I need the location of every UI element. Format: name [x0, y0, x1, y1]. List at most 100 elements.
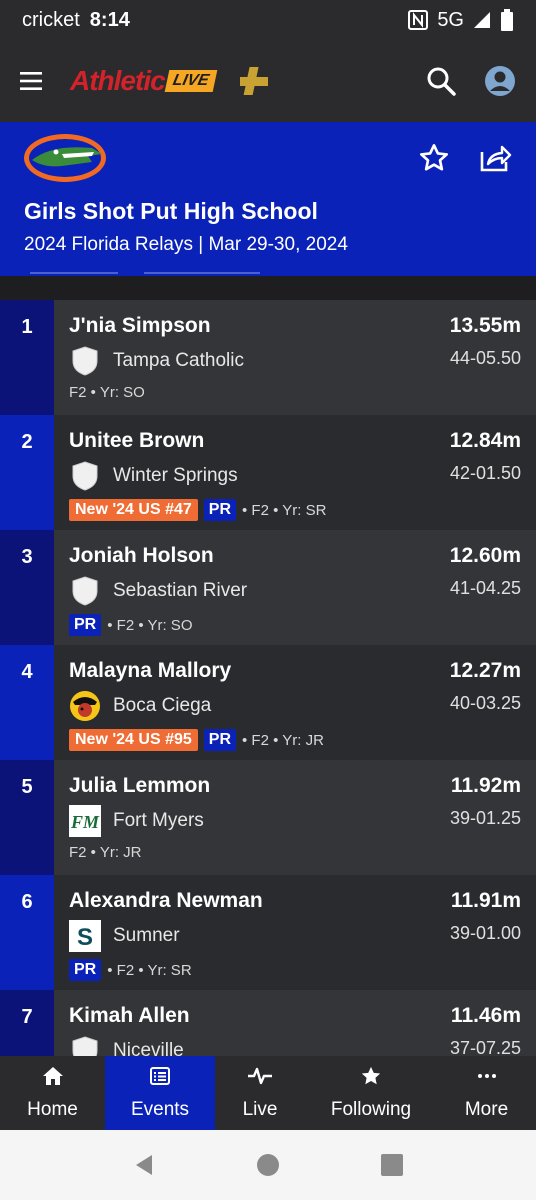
- hamburger-icon[interactable]: [20, 72, 42, 90]
- mark-imperial: 39-01.00: [449, 923, 521, 943]
- school[interactable]: Tampa Catholic: [69, 345, 244, 377]
- results-list[interactable]: 1 J'nia Simpson Tampa Catholic F2 • Yr: SO 1…: [0, 300, 536, 1056]
- nav-label: More: [464, 1099, 509, 1120]
- clock: 8:14: [89, 8, 130, 31]
- school[interactable]: S Sumner: [69, 920, 180, 952]
- nav-label: Events: [130, 1099, 190, 1120]
- battery-icon: [501, 9, 513, 31]
- network-type: 5G: [437, 8, 464, 31]
- event-subtitle: 2024 Florida Relays | Mar 29-30, 2024: [24, 234, 348, 255]
- mark-metric: 13.55m: [449, 314, 521, 337]
- place-number: 1: [0, 300, 54, 415]
- mark-metric: 11.46m: [450, 1004, 521, 1027]
- star-icon[interactable]: [418, 142, 450, 174]
- school[interactable]: Niceville: [69, 1035, 184, 1056]
- nav-label: Following: [330, 1099, 412, 1120]
- athlete-name[interactable]: Joniah Holson: [69, 544, 214, 568]
- mark-metric: 12.27m: [449, 659, 521, 682]
- nfc-icon: [408, 10, 429, 30]
- bottom-nav: Home Events Live Following More: [0, 1056, 536, 1130]
- gator-logo: [24, 134, 106, 182]
- home-circle-icon[interactable]: [256, 1153, 280, 1177]
- system-nav-bar: [0, 1130, 536, 1200]
- place-number: 2: [0, 415, 54, 530]
- pr-badge: PR: [203, 729, 236, 751]
- nav-following[interactable]: Following: [305, 1056, 437, 1130]
- nav-live[interactable]: Live: [215, 1056, 305, 1130]
- result-row[interactable]: 3 Joniah Holson Sebastian River PR • F2 • Yr…: [0, 530, 536, 645]
- mark-metric: 12.84m: [449, 429, 521, 452]
- place-number: 6: [0, 875, 54, 990]
- athlete-name[interactable]: Malayna Mallory: [69, 659, 231, 683]
- nav-home[interactable]: Home: [0, 1056, 105, 1130]
- result-info: Unitee Brown Winter Springs New '24 US #47…: [54, 415, 536, 530]
- athlete-name[interactable]: Kimah Allen: [69, 1004, 190, 1028]
- mark-imperial: 39-01.25: [449, 808, 521, 828]
- school-logo-icon: [69, 1035, 101, 1056]
- athlete-meta: • F2 • Yr: JR: [242, 731, 324, 749]
- home-icon: [42, 1065, 64, 1093]
- school-logo-icon: [69, 690, 101, 722]
- school-logo-icon: S: [69, 920, 101, 952]
- nav-label: Home: [27, 1099, 78, 1120]
- logo-text: Athletic: [70, 65, 166, 96]
- list-icon: [149, 1065, 171, 1093]
- pulse-icon: [247, 1065, 273, 1093]
- rank-badge: New '24 US #95: [69, 729, 198, 751]
- plus-logo-icon[interactable]: [238, 65, 270, 97]
- athlete-name[interactable]: Unitee Brown: [69, 429, 204, 453]
- result-row[interactable]: 6 Alexandra Newman S Sumner PR • F2 • Yr: SR 1…: [0, 875, 536, 990]
- athlete-meta: • F2 • Yr: SR: [107, 961, 192, 979]
- result-row[interactable]: 4 Malayna Mallory Boca Ciega New '24 US #95…: [0, 645, 536, 760]
- result-info: J'nia Simpson Tampa Catholic F2 • Yr: SO 13…: [54, 300, 536, 415]
- result-row[interactable]: 1 J'nia Simpson Tampa Catholic F2 • Yr: SO 1…: [0, 300, 536, 415]
- account-icon[interactable]: [484, 65, 516, 97]
- result-row[interactable]: 7 Kimah Allen Niceville 11.46m 37-07.25: [0, 990, 536, 1056]
- share-icon[interactable]: [478, 142, 512, 174]
- mark-metric: 11.91m: [450, 889, 521, 912]
- mark-imperial: 37-07.25: [449, 1038, 521, 1056]
- result-row[interactable]: 2 Unitee Brown Winter Springs New '24 US #4…: [0, 415, 536, 530]
- school-name: Sebastian River: [113, 580, 248, 601]
- svg-text:S: S: [77, 924, 93, 951]
- meta-line: PR • F2 • Yr: SR: [69, 959, 192, 981]
- nav-events[interactable]: Events: [105, 1056, 215, 1130]
- recents-icon[interactable]: [380, 1153, 404, 1177]
- header-actions: [426, 65, 516, 97]
- school-name: Niceville: [113, 1040, 184, 1056]
- event-title: Girls Shot Put High School: [24, 198, 318, 224]
- school[interactable]: Sebastian River: [69, 575, 247, 607]
- school-logo-icon: FM: [69, 805, 101, 837]
- meta-line: F2 • Yr: JR: [69, 844, 142, 861]
- athlete-meta: • F2 • Yr: SR: [242, 501, 327, 519]
- result-info: Kimah Allen Niceville 11.46m 37-07.25: [54, 990, 536, 1056]
- athlete-meta: • F2 • Yr: SO: [107, 616, 193, 634]
- school-name: Fort Myers: [113, 810, 204, 831]
- mark-imperial: 41-04.25: [449, 578, 521, 598]
- tab-indicator-right: [144, 272, 260, 274]
- result-row[interactable]: 5 Julia Lemmon FM Fort Myers F2 • Yr: JR 11.9…: [0, 760, 536, 875]
- mark-imperial: 42-01.50: [449, 463, 521, 483]
- mark-metric: 11.92m: [450, 774, 521, 797]
- result-info: Julia Lemmon FM Fort Myers F2 • Yr: JR 11.92…: [54, 760, 536, 875]
- search-icon[interactable]: [426, 66, 456, 96]
- back-icon[interactable]: [132, 1153, 156, 1177]
- tab-indicators: [0, 272, 536, 276]
- athlete-name[interactable]: Alexandra Newman: [69, 889, 263, 913]
- school[interactable]: Winter Springs: [69, 460, 238, 492]
- athletic-live-logo[interactable]: Athletic LIVE: [70, 65, 270, 97]
- svg-text:FM: FM: [70, 812, 100, 832]
- school[interactable]: Boca Ciega: [69, 690, 211, 722]
- mark-imperial: 40-03.25: [449, 693, 521, 713]
- school-name: Tampa Catholic: [113, 350, 244, 371]
- athlete-name[interactable]: J'nia Simpson: [69, 314, 211, 338]
- event-header: Girls Shot Put High School 2024 Florida …: [0, 122, 536, 276]
- nav-more[interactable]: More: [437, 1056, 536, 1130]
- status-icons: 5G: [407, 9, 514, 32]
- nav-label: Live: [242, 1099, 278, 1120]
- athlete-name[interactable]: Julia Lemmon: [69, 774, 210, 798]
- place-number: 5: [0, 760, 54, 875]
- school[interactable]: FM Fort Myers: [69, 805, 204, 837]
- result-info: Alexandra Newman S Sumner PR • F2 • Yr: SR 11…: [54, 875, 536, 990]
- place-number: 3: [0, 530, 54, 645]
